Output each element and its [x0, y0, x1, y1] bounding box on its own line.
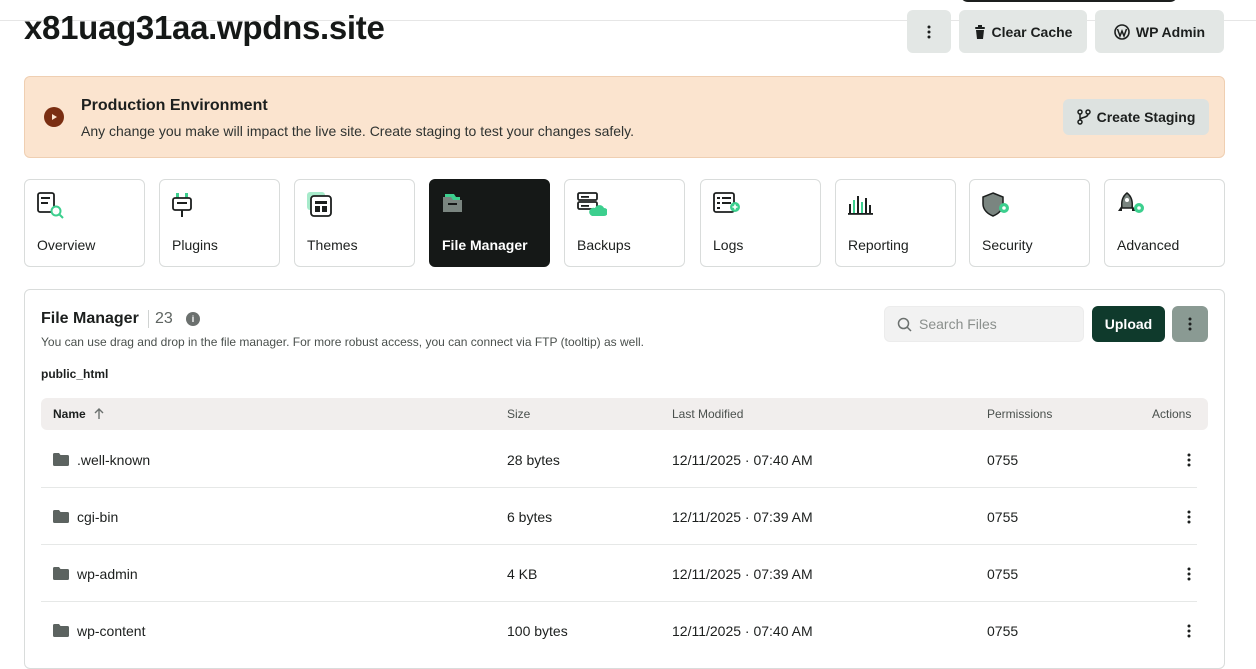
- tab-logs[interactable]: Logs: [700, 179, 821, 267]
- current-path[interactable]: public_html: [41, 367, 108, 381]
- tab-label: Advanced: [1117, 237, 1180, 253]
- environment-title: Production Environment: [81, 97, 268, 114]
- play-icon: [44, 107, 64, 127]
- create-staging-button[interactable]: Create Staging: [1063, 99, 1209, 135]
- column-header-actions: Actions: [1152, 407, 1192, 421]
- file-modified: 12/11/2025 · 07:40 AM: [672, 623, 813, 639]
- info-icon[interactable]: i: [186, 312, 200, 326]
- tab-backups[interactable]: Backups: [564, 179, 685, 267]
- row-actions-button[interactable]: [1180, 451, 1198, 469]
- file-permissions: 0755: [987, 452, 1019, 468]
- wordpress-icon: [1114, 23, 1130, 40]
- file-manager-description: You can use drag and drop in the file ma…: [41, 335, 644, 349]
- upload-button[interactable]: Upload: [1092, 306, 1165, 342]
- top-bar-fragment: [960, 0, 1178, 2]
- rocket-gear-icon: [1118, 192, 1144, 213]
- file-name[interactable]: wp-admin: [77, 566, 138, 582]
- row-actions-button[interactable]: [1180, 565, 1198, 583]
- file-name[interactable]: .well-known: [77, 452, 150, 468]
- row-actions-button[interactable]: [1180, 508, 1198, 526]
- table-header: Name Size Last Modified Permissions Acti…: [41, 398, 1208, 430]
- table-row[interactable]: wp-admin 4 KB 12/11/2025 · 07:39 AM 0755: [41, 545, 1197, 602]
- tab-file-manager[interactable]: File Manager: [429, 179, 550, 267]
- search-icon: [897, 317, 912, 332]
- table-row[interactable]: cgi-bin 6 bytes 12/11/2025 · 07:39 AM 07…: [41, 488, 1197, 545]
- overview-icon: [37, 192, 64, 219]
- file-modified: 12/11/2025 · 07:39 AM: [672, 566, 813, 582]
- file-size: 28 bytes: [507, 452, 560, 468]
- file-permissions: 0755: [987, 623, 1019, 639]
- clear-cache-label: Clear Cache: [991, 23, 1073, 40]
- create-staging-label: Create Staging: [1096, 109, 1196, 125]
- tab-plugins[interactable]: Plugins: [159, 179, 280, 267]
- environment-banner: Production Environment Any change you ma…: [24, 76, 1225, 158]
- column-header-permissions[interactable]: Permissions: [987, 407, 1052, 421]
- tab-overview[interactable]: Overview: [24, 179, 145, 267]
- file-permissions: 0755: [987, 566, 1019, 582]
- tab-label: Logs: [713, 237, 744, 253]
- logs-icon: [713, 192, 740, 213]
- file-manager-panel: File Manager 23 i You can use drag and d…: [24, 289, 1225, 669]
- vertical-dots-icon: [927, 25, 931, 38]
- tab-label: Themes: [307, 237, 358, 253]
- file-name[interactable]: wp-content: [77, 623, 145, 639]
- clear-cache-button[interactable]: Clear Cache: [959, 10, 1087, 53]
- vertical-dots-icon: [1187, 567, 1191, 581]
- shield-icon: [982, 192, 1009, 217]
- folder-icon: [53, 567, 69, 580]
- tab-reporting[interactable]: Reporting: [835, 179, 956, 267]
- tab-label: Reporting: [848, 237, 909, 253]
- folder-icon: [53, 453, 69, 466]
- tab-label: Overview: [37, 237, 96, 253]
- table-row[interactable]: .well-known 28 bytes 12/11/2025 · 07:40 …: [41, 431, 1197, 488]
- vertical-dots-icon: [1187, 453, 1191, 467]
- tab-security[interactable]: Security: [969, 179, 1090, 267]
- environment-description: Any change you make will impact the live…: [81, 123, 635, 139]
- trash-icon: [974, 24, 985, 39]
- server-cloud-icon: [577, 192, 607, 216]
- title-divider: [148, 310, 149, 328]
- wp-admin-button[interactable]: WP Admin: [1095, 10, 1224, 53]
- search-box: [884, 306, 1084, 342]
- column-header-name[interactable]: Name: [53, 407, 105, 421]
- vertical-dots-icon: [1187, 624, 1191, 638]
- page-title: x81uag31aa.wpdns.site: [24, 9, 385, 46]
- tab-themes[interactable]: Themes: [294, 179, 415, 267]
- theme-icon: [307, 192, 332, 217]
- wp-admin-label: WP Admin: [1135, 23, 1206, 40]
- row-actions-button[interactable]: [1180, 622, 1198, 640]
- file-manager-title: File Manager: [41, 310, 139, 327]
- file-permissions: 0755: [987, 509, 1019, 525]
- tab-label: Security: [982, 237, 1033, 253]
- column-header-size[interactable]: Size: [507, 407, 530, 421]
- vertical-dots-icon: [1187, 510, 1191, 524]
- plug-icon: [172, 193, 192, 217]
- table-row[interactable]: wp-content 100 bytes 12/11/2025 · 07:40 …: [41, 602, 1197, 659]
- tab-advanced[interactable]: Advanced: [1104, 179, 1225, 267]
- tab-label: Plugins: [172, 237, 218, 253]
- tab-label: Backups: [577, 237, 631, 253]
- folder-icon: [53, 510, 69, 523]
- git-branch-icon: [1076, 109, 1091, 125]
- folder-icon: [443, 194, 462, 212]
- file-count: 23: [155, 310, 173, 327]
- file-name[interactable]: cgi-bin: [77, 509, 118, 525]
- file-size: 6 bytes: [507, 509, 553, 525]
- folder-icon: [53, 624, 69, 637]
- column-header-last-modified[interactable]: Last Modified: [672, 407, 743, 421]
- site-menu-button[interactable]: [907, 10, 951, 53]
- file-size: 4 KB: [507, 566, 538, 582]
- file-size: 100 bytes: [507, 623, 568, 639]
- search-input[interactable]: [919, 307, 1079, 341]
- tab-label: File Manager: [442, 237, 528, 253]
- file-modified: 12/11/2025 · 07:39 AM: [672, 509, 813, 525]
- bar-chart-icon: [848, 196, 873, 215]
- file-modified: 12/11/2025 · 07:40 AM: [672, 452, 813, 468]
- sort-ascending-icon: [94, 408, 104, 419]
- vertical-dots-icon: [1188, 317, 1192, 331]
- more-options-button[interactable]: [1172, 306, 1208, 342]
